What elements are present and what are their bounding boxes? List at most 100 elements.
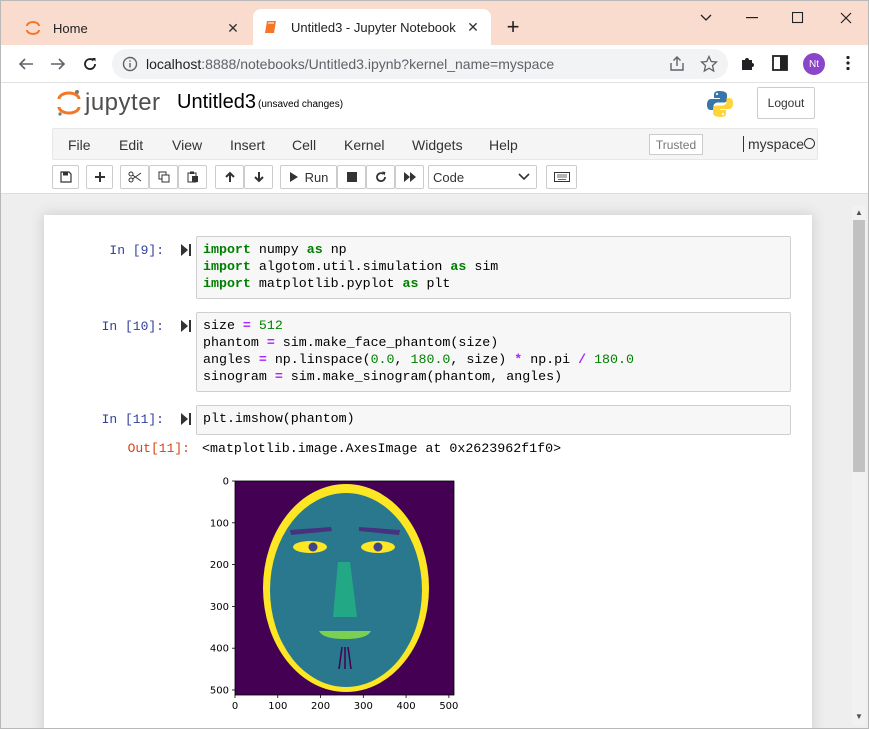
y-tick-label: 200 [210,560,229,571]
bookmark-star-icon[interactable] [699,54,719,73]
extensions-icon[interactable] [739,54,759,74]
chevron-down-icon[interactable] [695,7,717,29]
left-pupil [308,542,318,552]
new-tab-button[interactable]: + [502,16,524,39]
notebook-favicon-icon [263,19,279,35]
arrow-up-icon [224,171,235,182]
y-tick-label: 0 [223,477,229,488]
stop-icon [346,172,357,182]
kernel-name[interactable]: myspace [743,136,804,152]
avatar[interactable]: Nt [803,53,825,75]
menu-cell[interactable]: Cell [292,137,316,153]
code-cell[interactable]: import numpy as np import algotom.util.s… [196,236,791,299]
menu-file[interactable]: File [68,137,91,153]
copy-icon [158,171,169,183]
fast-forward-icon [403,172,416,182]
code-cell[interactable]: size = 512 phantom = sim.make_face_phant… [196,312,791,392]
jupyter-logo[interactable]: jupyter [57,89,161,117]
keyboard-icon [553,172,570,182]
jupyter-wordmark: jupyter [85,89,161,116]
command-palette-button[interactable] [546,165,577,189]
run-button[interactable]: Run [280,165,337,189]
minimize-button[interactable] [741,7,763,29]
x-tick-label: 400 [397,701,416,712]
notebook-page: In [9]: import numpy as np import algoto… [44,215,812,728]
scissors-icon [128,171,141,183]
tab-label: Untitled3 - Jupyter Notebook [291,19,456,35]
menu-widgets[interactable]: Widgets [412,137,463,153]
right-pupil [373,542,383,552]
url-text: localhost:8888/notebooks/Untitled3.ipynb… [146,56,555,72]
menu-kernel[interactable]: Kernel [344,137,384,153]
cut-button[interactable] [120,165,149,189]
y-axis-ticks: 0 100 200 300 400 500 [210,477,235,696]
run-cell-icon[interactable] [181,244,191,256]
maximize-button[interactable] [787,7,809,29]
menu-view[interactable]: View [172,137,202,153]
y-tick-label: 500 [210,685,229,696]
close-icon[interactable]: ✕ [463,17,483,37]
y-tick-label: 400 [210,644,229,655]
x-tick-label: 300 [354,701,373,712]
run-cell-icon[interactable] [181,320,191,332]
vertical-scrollbar[interactable]: ▲ ▼ [852,206,866,726]
tab-strip: Home ✕ Untitled3 - Jupyter Notebook ✕ + [1,1,868,45]
run-label: Run [304,169,329,185]
more-menu-icon[interactable] [839,54,859,74]
tab-notebook[interactable]: Untitled3 - Jupyter Notebook ✕ [253,9,491,45]
insert-cell-button[interactable] [86,165,113,189]
output-text: <matplotlib.image.AxesImage at 0x2623962… [202,441,562,456]
forward-icon[interactable] [47,53,69,75]
scrollbar-thumb[interactable] [853,220,865,472]
chevron-down-icon [518,173,530,181]
interrupt-button[interactable] [337,165,366,189]
phantom-plot: 0 100 200 300 400 500 0 100 200 300 400 500 [210,477,459,713]
cell-type-select[interactable]: Code [428,165,537,189]
share-icon[interactable] [668,55,686,73]
scroll-up-icon[interactable]: ▲ [855,208,863,217]
trusted-indicator[interactable]: Trusted [649,134,703,155]
move-down-button[interactable] [244,165,273,189]
paste-icon [187,171,198,183]
back-icon[interactable] [15,53,37,75]
menu-bar: File Edit View Insert Cell Kernel Widget… [52,128,818,160]
menu-help[interactable]: Help [489,137,518,153]
save-button[interactable] [52,165,79,189]
close-icon[interactable]: ✕ [223,18,243,38]
notebook-toolbar: Run Code [52,165,818,191]
reload-icon[interactable] [79,53,101,75]
side-panel-icon[interactable] [771,54,791,74]
save-icon [59,171,72,183]
kernel-status-icon [804,138,815,149]
notebook-title[interactable]: Untitled3 [177,91,256,114]
jupyter-header: jupyter Untitled3 (unsaved changes) Logo… [1,83,868,193]
notebook-area: In [9]: import numpy as np import algoto… [1,193,868,728]
input-prompt: In [11]: [101,412,164,427]
move-up-button[interactable] [215,165,244,189]
y-tick-label: 300 [210,602,229,613]
x-tick-label: 100 [268,701,287,712]
tab-home[interactable]: Home ✕ [15,11,251,45]
scroll-down-icon[interactable]: ▼ [855,712,863,721]
x-tick-label: 500 [439,701,458,712]
y-tick-label: 100 [210,518,229,529]
x-axis-ticks: 0 100 200 300 400 500 [232,695,458,712]
input-prompt: In [9]: [109,243,164,258]
address-bar[interactable]: localhost:8888/notebooks/Untitled3.ipynb… [112,49,728,79]
copy-button[interactable] [149,165,178,189]
paste-button[interactable] [178,165,207,189]
logout-button[interactable]: Logout [757,87,815,119]
code-cell[interactable]: plt.imshow(phantom) [196,405,791,435]
browser-window: Home ✕ Untitled3 - Jupyter Notebook ✕ + [0,0,869,729]
x-tick-label: 0 [232,701,238,712]
close-window-button[interactable] [835,7,857,29]
play-icon [289,172,298,182]
cell-type-value: Code [433,169,465,185]
input-prompt: In [10]: [101,319,164,334]
info-icon[interactable] [122,56,138,72]
restart-button[interactable] [366,165,395,189]
menu-insert[interactable]: Insert [230,137,265,153]
restart-run-all-button[interactable] [395,165,424,189]
menu-edit[interactable]: Edit [119,137,143,153]
run-cell-icon[interactable] [181,413,191,425]
